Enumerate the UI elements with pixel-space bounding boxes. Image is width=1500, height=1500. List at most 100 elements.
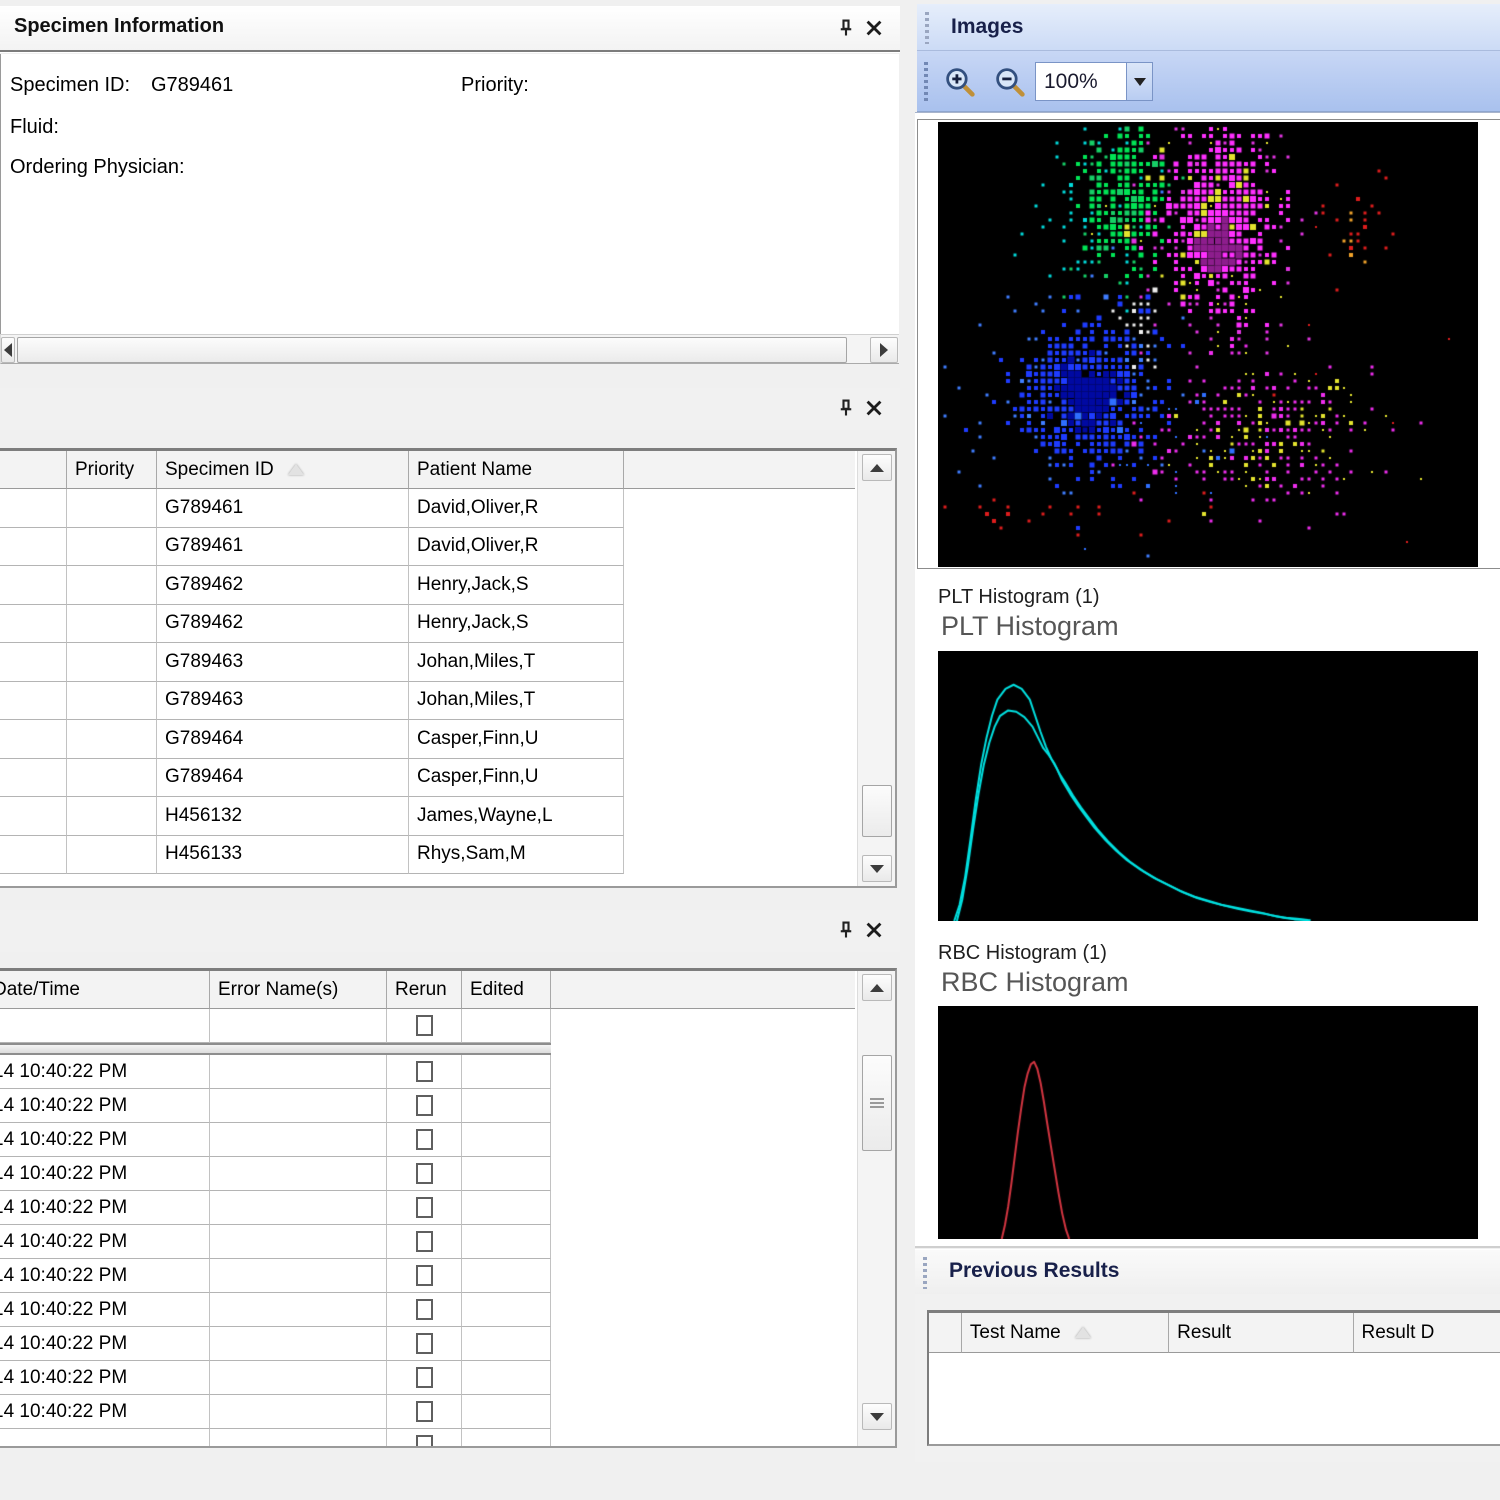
table-row[interactable]: 14 10:40:22 PM (0, 1259, 895, 1293)
specimen-information-titlebar[interactable]: Specimen Information (0, 6, 900, 50)
worklist-vertical-scrollbar[interactable] (857, 451, 895, 886)
table-row[interactable]: 14 10:40:22 PM (0, 1361, 895, 1395)
datetime-cell: 14 10:40:22 PM (0, 1225, 210, 1259)
datetime-cell: 14 10:40:22 PM (0, 1089, 210, 1123)
table-row[interactable]: 14 10:40:22 PM (0, 1191, 895, 1225)
close-icon[interactable] (862, 16, 886, 40)
zoom-out-button[interactable] (991, 63, 1029, 101)
scroll-left-icon (4, 343, 12, 357)
table-row[interactable]: G789462Henry,Jack,S (0, 605, 895, 644)
table-row[interactable]: G789464Casper,Finn,U (0, 759, 895, 798)
run-results-titlebar[interactable] (0, 910, 900, 952)
table-row[interactable]: 14 10:40:22 PM (0, 1055, 895, 1089)
zoom-in-button[interactable] (941, 63, 979, 101)
column-header-datetime[interactable]: Date/Time (0, 971, 210, 1009)
table-row[interactable]: 14 10:40:22 PM (0, 1225, 895, 1259)
close-icon[interactable] (862, 396, 886, 420)
rerun-checkbox[interactable] (416, 1299, 433, 1320)
datetime-cell: 14 10:40:22 PM (0, 1395, 210, 1429)
run-results-table: Date/Time Error Name(s) Rerun Edited 14 … (0, 968, 897, 1448)
column-header-specimen-id[interactable]: Specimen ID (157, 451, 409, 489)
rbc-histogram-title: RBC Histogram (941, 967, 1129, 998)
table-row[interactable]: 14 10:40:22 PM (0, 1293, 895, 1327)
table-row[interactable]: 14 10:40:22 PM (0, 1123, 895, 1157)
scrollbar-thumb[interactable] (862, 1055, 892, 1151)
rerun-cell (387, 1123, 462, 1157)
column-header-error-names[interactable]: Error Name(s) (210, 971, 387, 1009)
drag-grip-icon[interactable] (923, 1257, 927, 1289)
rbc-histogram-image[interactable] (938, 1006, 1478, 1239)
table-row[interactable]: 14 10:40:22 PM (0, 1157, 895, 1191)
row-selector-cell (0, 605, 67, 644)
rerun-checkbox[interactable] (416, 1197, 433, 1218)
rerun-checkbox[interactable] (416, 1095, 433, 1116)
scrollbar-thumb[interactable] (862, 785, 892, 837)
column-header-rerun[interactable]: Rerun (387, 971, 462, 1009)
column-header-patient-name[interactable]: Patient Name (409, 451, 624, 489)
scroll-right-button[interactable] (870, 337, 898, 363)
rerun-checkbox[interactable] (416, 1129, 433, 1150)
rerun-checkbox[interactable] (416, 1333, 433, 1354)
table-row[interactable]: G789463Johan,Miles,T (0, 643, 895, 682)
column-header-test-name[interactable]: Test Name (962, 1313, 1169, 1353)
rerun-checkbox[interactable] (416, 1231, 433, 1252)
rerun-checkbox[interactable] (416, 1163, 433, 1184)
column-header-empty[interactable] (0, 451, 67, 489)
column-header-result[interactable]: Result (1169, 1313, 1353, 1353)
rerun-cell (387, 1055, 462, 1089)
table-row[interactable]: 14 10:40:22 PM (0, 1395, 895, 1429)
rerun-checkbox[interactable] (416, 1367, 433, 1388)
rerun-checkbox[interactable] (416, 1435, 433, 1448)
pin-icon[interactable] (834, 396, 858, 420)
horizontal-scrollbar[interactable] (0, 334, 899, 364)
column-header-edited[interactable]: Edited (462, 971, 551, 1009)
rerun-checkbox[interactable] (416, 1265, 433, 1286)
worklist-titlebar[interactable] (0, 388, 900, 430)
table-row[interactable]: 14 10:40:22 PM (0, 1327, 895, 1361)
table-row[interactable]: G789462Henry,Jack,S (0, 566, 895, 605)
sort-ascending-icon (1075, 1327, 1091, 1338)
titlebar-separator (0, 50, 900, 53)
images-panel-titlebar[interactable]: Images (917, 4, 1500, 51)
column-header-priority[interactable]: Priority (67, 451, 157, 489)
combobox-dropdown-button[interactable] (1126, 62, 1153, 101)
table-row[interactable]: H456133Rhys,Sam,M (0, 836, 895, 875)
column-label: Specimen ID (165, 459, 274, 481)
table-row[interactable]: G789464Casper,Finn,U (0, 720, 895, 759)
previous-results-titlebar[interactable]: Previous Results (915, 1250, 1500, 1294)
pin-icon[interactable] (834, 918, 858, 942)
run-results-vertical-scrollbar[interactable] (857, 971, 895, 1446)
zoom-out-icon (993, 65, 1027, 99)
drag-grip-icon[interactable] (924, 62, 928, 102)
specimen-id-cell: G789461 (157, 489, 409, 528)
table-row[interactable] (0, 1429, 895, 1448)
zoom-level-value[interactable]: 100% (1035, 62, 1126, 101)
table-row[interactable]: 14 10:40:22 PM (0, 1089, 895, 1123)
filler-cell (551, 1429, 855, 1448)
scroll-down-button[interactable] (862, 855, 892, 882)
table-row[interactable]: G789461David,Oliver,R (0, 489, 895, 528)
scroll-left-button[interactable] (1, 337, 15, 363)
pin-icon[interactable] (834, 16, 858, 40)
drag-grip-icon[interactable] (925, 12, 929, 44)
scroll-up-button[interactable] (862, 454, 892, 481)
column-header-empty[interactable] (929, 1313, 962, 1353)
rerun-checkbox[interactable] (416, 1401, 433, 1422)
rerun-checkbox[interactable] (416, 1015, 433, 1036)
table-row[interactable]: G789461David,Oliver,R (0, 528, 895, 567)
scroll-down-button[interactable] (862, 1403, 892, 1430)
scroll-up-button[interactable] (862, 974, 892, 1001)
wbc-scattergram-image[interactable] (938, 122, 1478, 567)
column-header-result-date[interactable]: Result D (1354, 1313, 1500, 1353)
specimen-id-value: G789461 (151, 74, 233, 97)
table-row[interactable] (0, 1009, 895, 1043)
filler-cell (551, 1191, 855, 1225)
zoom-level-combobox[interactable]: 100% (1035, 62, 1153, 101)
table-row[interactable]: G789463Johan,Miles,T (0, 682, 895, 721)
table-row[interactable]: H456132James,Wayne,L (0, 797, 895, 836)
edited-cell (462, 1327, 551, 1361)
plt-histogram-image[interactable] (938, 651, 1478, 921)
close-icon[interactable] (862, 918, 886, 942)
rerun-checkbox[interactable] (416, 1061, 433, 1082)
scrollbar-thumb[interactable] (17, 337, 847, 363)
